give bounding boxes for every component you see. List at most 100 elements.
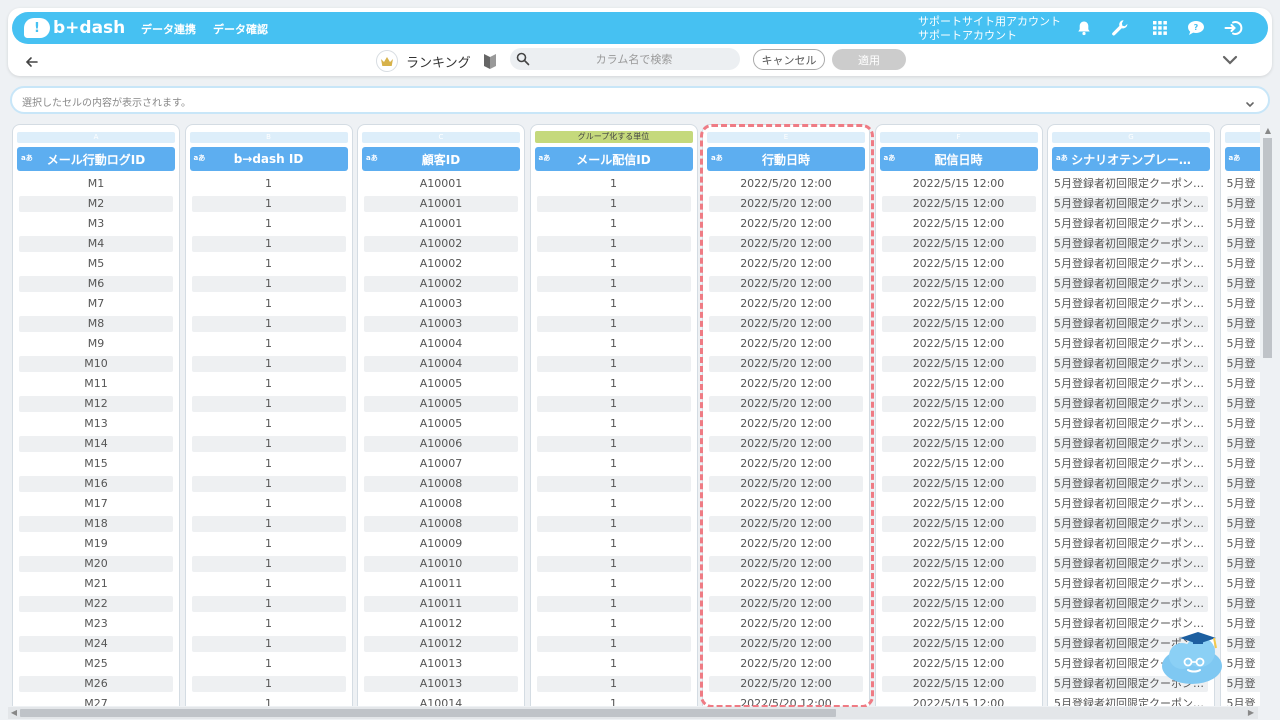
table-cell[interactable]: 5月登 <box>1226 276 1260 292</box>
table-cell[interactable]: M26 <box>19 676 173 692</box>
table-cell[interactable]: 2022/5/20 12:00 <box>709 356 863 372</box>
table-cell[interactable]: A10014 <box>364 694 518 706</box>
table-cell[interactable]: M22 <box>19 596 173 612</box>
table-cell[interactable]: 2022/5/20 12:00 <box>709 494 863 514</box>
table-cell[interactable]: 5月登 <box>1226 356 1260 372</box>
table-cell[interactable]: M21 <box>19 574 173 594</box>
table-cell[interactable]: 5月登録者初回限定クーポンシナリオ <box>1054 476 1208 492</box>
table-cell[interactable]: 1 <box>191 316 346 332</box>
table-cell[interactable]: 2022/5/15 12:00 <box>881 396 1036 412</box>
table-cell[interactable]: 1 <box>536 276 691 292</box>
table-cell[interactable]: A10001 <box>364 214 518 234</box>
table-cell[interactable]: 5月登録者初回限定クーポンシナリオ <box>1054 276 1208 292</box>
table-cell[interactable]: 5月登録者初回限定クーポンシナリオ <box>1054 534 1208 554</box>
table-cell[interactable]: 1 <box>537 694 691 706</box>
table-cell[interactable]: 5月登 <box>1226 476 1260 492</box>
table-cell[interactable]: 1 <box>191 356 346 372</box>
table-cell[interactable]: 2022/5/15 12:00 <box>882 294 1036 314</box>
table-cell[interactable]: 5月登 <box>1226 196 1260 212</box>
column-header[interactable]: aあ メール行動ログID <box>17 147 175 171</box>
table-cell[interactable]: 5月登 <box>1227 174 1261 194</box>
table-cell[interactable]: 1 <box>191 636 346 652</box>
table-cell[interactable]: 5月登 <box>1227 694 1261 706</box>
table-cell[interactable]: 1 <box>192 174 346 194</box>
column-header[interactable]: aあ メール配信ID <box>534 147 693 171</box>
column-header[interactable]: aあ 行動日時 <box>707 147 865 171</box>
table-cell[interactable]: 2022/5/15 12:00 <box>882 574 1036 594</box>
table-cell[interactable]: 1 <box>191 556 346 572</box>
table-cell[interactable]: 5月登 <box>1226 636 1260 652</box>
table-cell[interactable]: M1 <box>19 174 173 194</box>
table-cell[interactable]: 1 <box>191 196 346 212</box>
table-cell[interactable]: 1 <box>192 454 346 474</box>
table-cell[interactable]: M7 <box>19 294 173 314</box>
table-cell[interactable]: 5月登録者初回限定クーポンシナリオ <box>1054 396 1208 412</box>
table-cell[interactable]: 5月登 <box>1227 494 1261 514</box>
table-cell[interactable]: 5月登録者初回限定クーポンシナリオ <box>1054 236 1208 252</box>
table-cell[interactable]: 2022/5/20 12:00 <box>709 614 863 634</box>
table-cell[interactable]: 2022/5/20 12:00 <box>709 694 863 706</box>
table-cell[interactable]: 1 <box>536 316 691 332</box>
table-cell[interactable]: 2022/5/20 12:00 <box>709 516 863 532</box>
table-cell[interactable]: 2022/5/20 12:00 <box>709 236 863 252</box>
table-cell[interactable]: 2022/5/15 12:00 <box>881 316 1036 332</box>
table-cell[interactable]: 2022/5/20 12:00 <box>709 534 863 554</box>
table-cell[interactable]: 5月登 <box>1227 334 1261 354</box>
bell-icon[interactable] <box>1074 18 1094 38</box>
table-cell[interactable]: M23 <box>19 614 173 634</box>
table-cell[interactable]: 1 <box>192 414 346 434</box>
table-cell[interactable]: 1 <box>192 654 346 674</box>
table-cell[interactable]: A10002 <box>364 276 518 292</box>
table-cell[interactable]: 5月登録者初回限定クーポンシナリオ <box>1054 174 1208 194</box>
table-cell[interactable]: 5月登 <box>1226 556 1260 572</box>
table-cell[interactable]: A10002 <box>364 236 518 252</box>
table-cell[interactable]: 2022/5/20 12:00 <box>709 574 863 594</box>
table-cell[interactable]: 2022/5/20 12:00 <box>709 254 863 274</box>
table-cell[interactable]: 1 <box>191 476 346 492</box>
table-cell[interactable]: 5月登 <box>1227 254 1261 274</box>
table-cell[interactable]: A10005 <box>364 374 518 394</box>
table-cell[interactable]: A10005 <box>364 396 518 412</box>
table-cell[interactable]: A10005 <box>364 414 518 434</box>
table-cell[interactable]: 2022/5/20 12:00 <box>709 556 863 572</box>
scroll-up-icon[interactable]: ▲ <box>1263 126 1273 136</box>
table-cell[interactable]: 1 <box>192 214 346 234</box>
table-cell[interactable]: 1 <box>537 454 691 474</box>
table-cell[interactable]: 5月登録者初回限定クーポンシナリオ <box>1054 414 1208 434</box>
table-cell[interactable]: 2022/5/15 12:00 <box>881 476 1036 492</box>
table-cell[interactable]: 2022/5/20 12:00 <box>709 316 863 332</box>
table-cell[interactable]: M19 <box>19 534 173 554</box>
table-cell[interactable]: 5月登録者初回限定クーポンシナリオ <box>1054 196 1208 212</box>
table-cell[interactable]: M6 <box>19 276 173 292</box>
table-cell[interactable]: A10004 <box>364 334 518 354</box>
table-cell[interactable]: 5月登 <box>1226 396 1260 412</box>
table-cell[interactable]: A10013 <box>364 654 518 674</box>
table-cell[interactable]: 1 <box>537 294 691 314</box>
table-cell[interactable]: 5月登録者初回限定クーポンシナリオ <box>1054 214 1208 234</box>
table-cell[interactable]: M10 <box>19 356 173 372</box>
table-cell[interactable]: M2 <box>19 196 173 212</box>
table-cell[interactable]: 1 <box>537 254 691 274</box>
table-cell[interactable]: 1 <box>192 254 346 274</box>
logout-icon[interactable] <box>1224 18 1244 38</box>
table-cell[interactable]: 1 <box>537 414 691 434</box>
table-cell[interactable]: 1 <box>191 396 346 412</box>
table-cell[interactable]: 1 <box>192 614 346 634</box>
table-cell[interactable]: A10008 <box>364 516 518 532</box>
table-cell[interactable]: M18 <box>19 516 173 532</box>
table-cell[interactable]: 1 <box>536 236 691 252</box>
table-cell[interactable]: 5月登 <box>1227 654 1261 674</box>
table-cell[interactable]: 2022/5/15 12:00 <box>882 454 1036 474</box>
table-cell[interactable]: 5月登 <box>1226 316 1260 332</box>
table-cell[interactable]: 5月登 <box>1227 414 1261 434</box>
table-cell[interactable]: M27 <box>19 694 173 706</box>
table-cell[interactable]: 5月登録者初回限定クーポンシナリオ <box>1054 494 1208 514</box>
table-cell[interactable]: M11 <box>19 374 173 394</box>
chevron-down-icon[interactable] <box>1244 95 1256 108</box>
apply-button[interactable]: 適用 <box>832 49 906 70</box>
grid-menu-icon[interactable] <box>1150 18 1170 38</box>
table-cell[interactable]: 2022/5/20 12:00 <box>709 414 863 434</box>
table-cell[interactable]: 5月登録者初回限定クーポンシナリオ <box>1054 356 1208 372</box>
table-cell[interactable]: A10011 <box>364 574 518 594</box>
table-cell[interactable]: 5月登録者初回限定クーポンシナリオ <box>1054 454 1208 474</box>
